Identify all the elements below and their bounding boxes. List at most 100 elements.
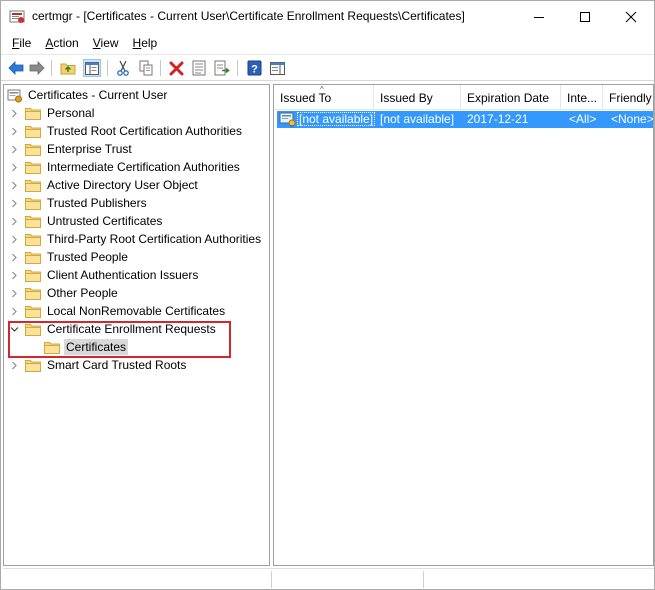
chevron-right-icon[interactable]: [9, 144, 19, 154]
minimize-icon: [534, 16, 544, 18]
cell-friendly-name: <None>: [611, 112, 653, 126]
folder-icon: [25, 251, 41, 264]
folder-icon: [25, 269, 41, 282]
tree-item-trusted-publishers[interactable]: Trusted Publishers: [4, 194, 269, 212]
column-header-issued-to[interactable]: ^ Issued To: [274, 85, 374, 110]
back-button[interactable]: [7, 59, 25, 77]
menu-action[interactable]: Action: [38, 36, 85, 50]
chevron-right-icon[interactable]: [9, 162, 19, 172]
up-one-level-button[interactable]: [59, 59, 77, 77]
results-pane[interactable]: ^ Issued To Issued By Expiration Date In…: [273, 84, 654, 566]
minimize-button[interactable]: [516, 1, 562, 32]
tree-item-intermediate-ca[interactable]: Intermediate Certification Authorities: [4, 158, 269, 176]
console-tree-icon: [85, 61, 99, 75]
folder-icon: [25, 143, 41, 156]
chevron-right-icon[interactable]: [9, 108, 19, 118]
show-hide-console-tree-button[interactable]: [83, 59, 101, 77]
properties-icon: [192, 60, 206, 76]
tree-item-label: Client Authentication Issuers: [47, 268, 199, 282]
copy-button[interactable]: [137, 59, 155, 77]
export-list-button[interactable]: [213, 59, 231, 77]
chevron-right-icon[interactable]: [9, 288, 19, 298]
help-button[interactable]: ?: [245, 59, 263, 77]
folder-icon: [25, 233, 41, 246]
tree-item-untrusted-certificates[interactable]: Untrusted Certificates: [4, 212, 269, 230]
chevron-right-icon[interactable]: [9, 216, 19, 226]
tree-item-label: Enterprise Trust: [47, 142, 132, 156]
chevron-right-icon[interactable]: [9, 360, 19, 370]
maximize-icon: [580, 11, 590, 22]
tree-item-label: Other People: [47, 286, 118, 300]
certificates-snapin-icon: [7, 89, 22, 103]
maximize-button[interactable]: [562, 1, 608, 32]
delete-x-icon: [169, 61, 183, 75]
chevron-right-icon[interactable]: [9, 234, 19, 244]
tree-item-label: Trusted Publishers: [47, 196, 147, 210]
folder-up-icon: [60, 63, 76, 75]
tree-item-label: Third-Party Root Certification Authoriti…: [47, 232, 262, 246]
window-title: certmgr - [Certificates - Current User\C…: [32, 9, 465, 23]
console-tree-pane[interactable]: Certificates - Current User Personal Trus…: [3, 84, 270, 566]
close-icon: [625, 11, 637, 22]
tree-item-label: Smart Card Trusted Roots: [47, 358, 187, 372]
chevron-right-icon[interactable]: [9, 180, 19, 190]
chevron-right-icon[interactable]: [9, 252, 19, 262]
folder-icon: [25, 359, 41, 372]
list-header: ^ Issued To Issued By Expiration Date In…: [274, 85, 653, 110]
tree-item-label: Trusted Root Certification Authorities: [47, 124, 242, 138]
tree-root-label: Certificates - Current User: [28, 88, 168, 102]
tree-item-label: Untrusted Certificates: [47, 214, 163, 228]
chevron-right-icon[interactable]: [9, 306, 19, 316]
back-arrow-icon: [8, 61, 24, 75]
column-header-friendly-name[interactable]: Friendly: [603, 85, 653, 110]
column-header-expiration-date[interactable]: Expiration Date: [461, 85, 561, 110]
menu-bar: File Action View Help: [1, 32, 654, 53]
forward-button[interactable]: [28, 59, 46, 77]
tree-root-certificates-current-user[interactable]: Certificates - Current User: [4, 86, 269, 104]
export-list-icon: [214, 60, 230, 76]
delete-button[interactable]: [167, 59, 185, 77]
certmgr-app-icon: [9, 10, 25, 23]
chevron-right-icon[interactable]: [9, 126, 19, 136]
folder-icon: [25, 287, 41, 300]
cell-issued-to: [not available]: [297, 112, 375, 126]
column-header-issued-by[interactable]: Issued By: [374, 85, 461, 110]
menu-help[interactable]: Help: [126, 36, 165, 50]
tree-item-enterprise-trust[interactable]: Enterprise Trust: [4, 140, 269, 158]
tree-item-local-nonremovable-certificates[interactable]: Local NonRemovable Certificates: [4, 302, 269, 320]
tree-item-personal[interactable]: Personal: [4, 104, 269, 122]
tree-item-label: Local NonRemovable Certificates: [47, 304, 226, 318]
tree-item-third-party-root-ca[interactable]: Third-Party Root Certification Authoriti…: [4, 230, 269, 248]
properties-button[interactable]: [190, 59, 208, 77]
help-icon: ?: [247, 60, 261, 76]
table-row[interactable]: [not available] [not available] 2017-12-…: [277, 111, 653, 128]
tree-item-smart-card-trusted-roots[interactable]: Smart Card Trusted Roots: [4, 356, 269, 374]
certificate-request-icon: [279, 112, 296, 128]
status-bar: [3, 568, 654, 589]
tree-item-ad-user-object[interactable]: Active Directory User Object: [4, 176, 269, 194]
folder-icon: [25, 215, 41, 228]
sort-ascending-icon: ^: [320, 85, 324, 94]
show-action-pane-button[interactable]: [268, 59, 286, 77]
tree-item-other-people[interactable]: Other People: [4, 284, 269, 302]
tree-item-label: Trusted People: [47, 250, 128, 264]
cell-intended-purposes: <All>: [569, 112, 597, 126]
annotation-highlight-box: [8, 321, 231, 358]
svg-text:?: ?: [251, 64, 258, 76]
title-bar[interactable]: certmgr - [Certificates - Current User\C…: [1, 1, 654, 32]
menu-view[interactable]: View: [86, 36, 126, 50]
cell-expiration-date: 2017-12-21: [467, 112, 529, 126]
column-header-intended-purposes[interactable]: Inte...: [561, 85, 603, 110]
menu-file[interactable]: File: [5, 36, 38, 50]
chevron-right-icon[interactable]: [9, 270, 19, 280]
tree-item-client-auth-issuers[interactable]: Client Authentication Issuers: [4, 266, 269, 284]
cut-button[interactable]: [114, 59, 132, 77]
chevron-right-icon[interactable]: [9, 198, 19, 208]
folder-icon: [25, 161, 41, 174]
copy-icon: [139, 60, 152, 76]
scissors-icon: [117, 60, 129, 76]
tree-item-label: Active Directory User Object: [47, 178, 198, 192]
tree-item-trusted-people[interactable]: Trusted People: [4, 248, 269, 266]
close-button[interactable]: [608, 1, 654, 32]
tree-item-trusted-root-ca[interactable]: Trusted Root Certification Authorities: [4, 122, 269, 140]
